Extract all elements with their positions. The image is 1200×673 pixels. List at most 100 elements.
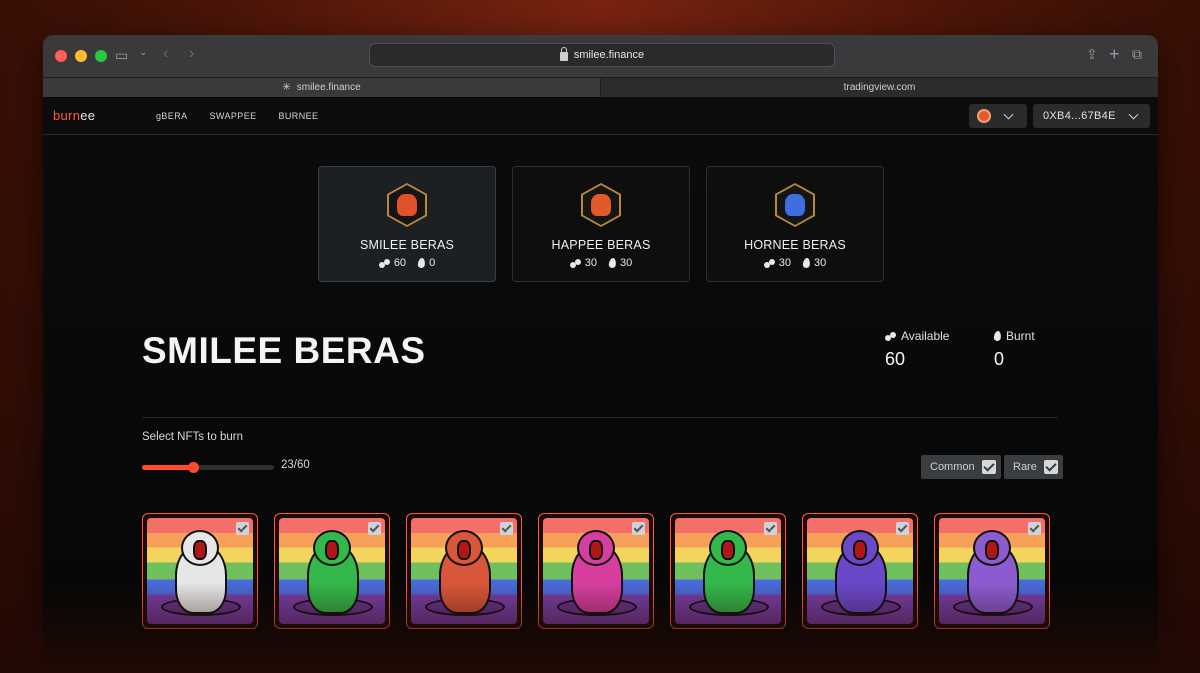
nft-grid: [142, 513, 1050, 629]
sparkle-icon: ✳: [282, 82, 291, 93]
lock-icon: [559, 46, 568, 61]
bear-mouth: [193, 540, 207, 560]
slider-handle[interactable]: [187, 462, 199, 473]
flame-icon: [993, 330, 1002, 342]
main-content: SMILEE BERAS 60 0 HAPPEE BERAS 30 30 HOR…: [43, 135, 1158, 673]
sidebar-toggle-icon[interactable]: ▭: [115, 47, 128, 64]
bear-mouth: [325, 540, 339, 560]
nav-link-burnee[interactable]: BURNEE: [279, 111, 319, 121]
bear-mouth: [853, 540, 867, 560]
stack-icon: [763, 258, 775, 268]
checkbox-icon[interactable]: [981, 460, 996, 474]
sidebar-menu-chevron-icon[interactable]: ⌄: [139, 47, 147, 58]
collection-name: HAPPEE BERAS: [551, 238, 651, 252]
tab-label: smilee.finance: [296, 82, 361, 93]
nft-checkbox[interactable]: [236, 522, 249, 535]
available-summary: Available 60: [885, 329, 949, 370]
nft-checkbox[interactable]: [500, 522, 513, 535]
checkbox-icon[interactable]: [1043, 460, 1058, 474]
burnt-value: 0: [994, 349, 1005, 369]
flame-icon: [608, 257, 617, 269]
network-icon: [977, 109, 991, 123]
burnt-label: Burnt: [1006, 329, 1035, 343]
network-selector[interactable]: [969, 104, 1027, 128]
collection-available: 60: [393, 257, 407, 269]
collection-available: 30: [584, 257, 597, 269]
collection-card-smilee[interactable]: SMILEE BERAS 60 0: [318, 166, 496, 282]
nft-checkbox[interactable]: [764, 522, 777, 535]
new-tab-icon[interactable]: +: [1109, 44, 1120, 65]
nft-checkbox[interactable]: [632, 522, 645, 535]
select-nfts-label: Select NFTs to burn: [142, 431, 243, 443]
wallet-button[interactable]: 0XB4...67B4E: [1033, 104, 1150, 128]
filter-common[interactable]: Common: [921, 455, 1001, 479]
collection-cards: SMILEE BERAS 60 0 HAPPEE BERAS 30 30 HOR…: [318, 166, 884, 282]
nft-card[interactable]: [802, 513, 918, 629]
window-controls: [55, 50, 107, 62]
tab-tradingview[interactable]: tradingview.com: [601, 78, 1158, 97]
filter-rare[interactable]: Rare: [1004, 455, 1063, 479]
tab-label: tradingview.com: [843, 82, 916, 93]
nft-card[interactable]: [934, 513, 1050, 629]
bear-mouth: [985, 540, 999, 560]
nft-checkbox[interactable]: [368, 522, 381, 535]
wallet-address: 0XB4...67B4E: [1043, 110, 1116, 122]
nft-checkbox[interactable]: [896, 522, 909, 535]
filter-label: Rare: [1013, 461, 1037, 473]
nft-checkbox[interactable]: [1028, 522, 1041, 535]
flame-icon: [802, 257, 811, 269]
share-icon[interactable]: ⇪: [1086, 46, 1098, 63]
logo-ee-text: ee: [80, 108, 96, 123]
page-title: SMILEE BERAS: [142, 330, 426, 371]
tab-bar: ✳ smilee.finance tradingview.com: [43, 77, 1158, 97]
logo-burn-text: burn: [53, 108, 81, 123]
bear-avatar-icon: [591, 194, 611, 216]
nft-card[interactable]: [670, 513, 786, 629]
chevron-down-icon: [1003, 109, 1014, 119]
available-value: 60: [885, 349, 906, 369]
collection-name: HORNEE BERAS: [744, 238, 846, 252]
tab-overview-icon[interactable]: ⧉: [1132, 46, 1142, 63]
nav-link-gbera[interactable]: gBERA: [156, 111, 188, 121]
stack-icon: [569, 258, 581, 268]
maximize-window-button[interactable]: [95, 50, 107, 62]
burnt-summary: Burnt 0: [993, 329, 1035, 370]
nft-card[interactable]: [406, 513, 522, 629]
collection-avatar: [387, 183, 427, 227]
browser-titlebar: ▭ ⌄ ‹ › smilee.finance ⇪ + ⧉: [43, 35, 1158, 77]
tab-smilee[interactable]: ✳ smilee.finance: [43, 78, 601, 97]
divider: [142, 417, 1058, 418]
bear-avatar-icon: [397, 194, 417, 216]
nav-links: gBERA SWAPPEE BURNEE: [156, 111, 318, 121]
stack-icon: [378, 258, 390, 268]
nft-card[interactable]: [538, 513, 654, 629]
selected-count: 23/60: [281, 459, 310, 471]
bear-avatar-icon: [785, 194, 805, 216]
address-url: smilee.finance: [573, 49, 645, 61]
collection-avatar: [581, 183, 621, 227]
back-icon[interactable]: ‹: [163, 45, 168, 63]
collection-burnt: 30: [814, 257, 827, 269]
minimize-window-button[interactable]: [75, 50, 87, 62]
collection-burnt: 0: [429, 257, 436, 269]
slider-fill: [142, 465, 193, 470]
nft-card[interactable]: [274, 513, 390, 629]
bear-mouth: [457, 540, 471, 560]
bear-mouth: [721, 540, 735, 560]
flame-icon: [417, 257, 426, 269]
forward-icon[interactable]: ›: [189, 45, 194, 63]
address-bar[interactable]: smilee.finance: [369, 43, 835, 67]
browser-window: ▭ ⌄ ‹ › smilee.finance ⇪ + ⧉ ✳ smilee.fi…: [43, 35, 1158, 673]
filter-label: Common: [930, 461, 975, 473]
collection-card-happee[interactable]: HAPPEE BERAS 30 30: [512, 166, 690, 282]
chevron-down-icon: [1128, 109, 1139, 119]
available-label: Available: [901, 329, 950, 343]
collection-name: SMILEE BERAS: [359, 238, 455, 252]
stack-icon: [885, 331, 896, 341]
collection-card-hornee[interactable]: HORNEE BERAS 30 30: [706, 166, 884, 282]
app-logo[interactable]: burnee: [53, 108, 95, 123]
nav-link-swappee[interactable]: SWAPPEE: [210, 111, 257, 121]
close-window-button[interactable]: [55, 50, 67, 62]
nft-card[interactable]: [142, 513, 258, 629]
burn-count-slider[interactable]: [142, 462, 274, 473]
